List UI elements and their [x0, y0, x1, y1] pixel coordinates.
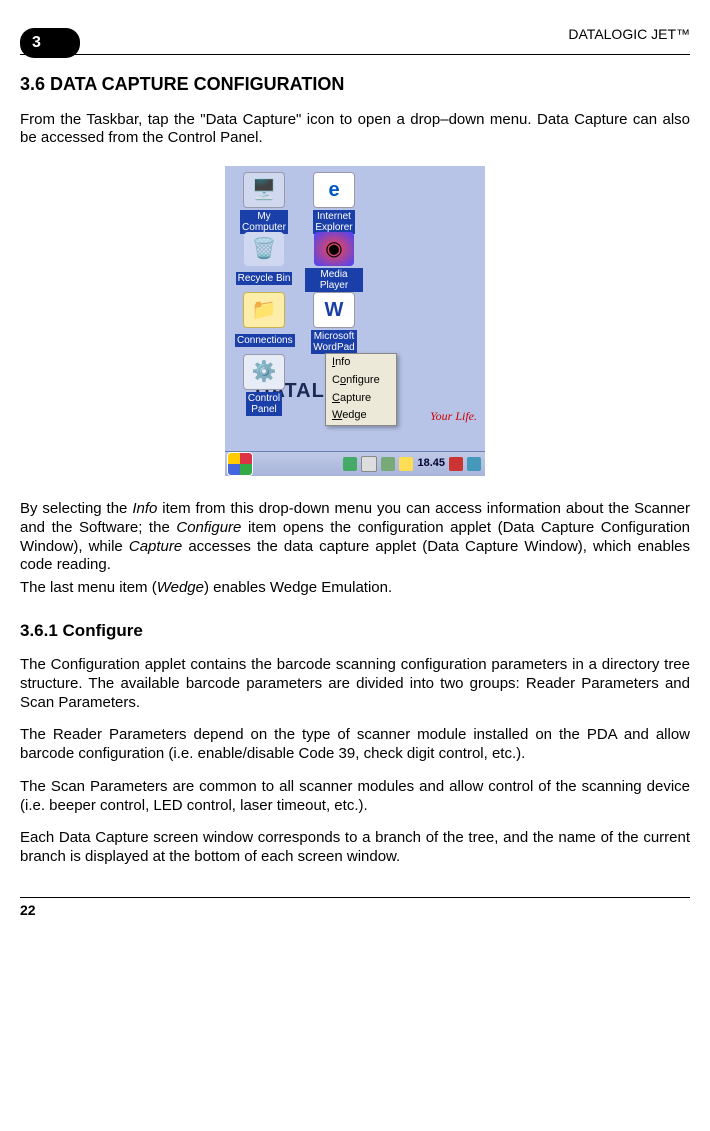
menu-item-capture[interactable]: Capture [326, 390, 396, 408]
top-rule [20, 54, 690, 55]
bin-glyph: 🗑️ [244, 232, 284, 266]
datacapture-menu: Info Configure Capture Wedge [325, 353, 397, 426]
tray-keyboard-icon[interactable] [361, 456, 377, 472]
chapter-number: 3 [32, 33, 41, 53]
tray-network-icon[interactable] [467, 457, 481, 471]
ie-label: InternetExplorer [313, 210, 354, 234]
computer-glyph: 🖥️ [243, 172, 285, 208]
paragraph-after-screenshot: By selecting the Info item from this dro… [20, 500, 690, 575]
desktop-screenshot: DATALOGIC Your Life. 🖥️ MyComputer e Int… [225, 166, 485, 476]
mycomputer-icon[interactable]: 🖥️ MyComputer [235, 172, 293, 236]
controlpanel-icon[interactable]: ⚙️ ControlPanel [235, 354, 293, 418]
menu-item-wedge[interactable]: Wedge [326, 407, 396, 425]
wordpad-label: MicrosoftWordPad [311, 330, 357, 354]
configure-p3: The Scan Parameters are common to all sc… [20, 778, 690, 816]
menu-item-configure[interactable]: Configure [326, 372, 396, 390]
paragraph-wedge: The last menu item (Wedge) enables Wedge… [20, 579, 690, 598]
menu-item-info[interactable]: Info [326, 354, 396, 372]
cpanel-glyph: ⚙️ [243, 354, 285, 390]
configure-p2: The Reader Parameters depend on the type… [20, 726, 690, 764]
mycomputer-label: MyComputer [240, 210, 288, 234]
connections-icon[interactable]: 📁 Connections [235, 292, 293, 349]
tray-datacapture-icon[interactable] [343, 457, 357, 471]
page-number: 22 [20, 902, 690, 920]
configure-p4: Each Data Capture screen window correspo… [20, 829, 690, 867]
wallpaper: DATALOGIC Your Life. 🖥️ MyComputer e Int… [225, 166, 485, 452]
wallpaper-tagline: Your Life. [430, 409, 477, 424]
ie-icon[interactable]: e InternetExplorer [305, 172, 363, 236]
wordpad-glyph: W [313, 292, 355, 328]
tray-volume-icon[interactable] [399, 457, 413, 471]
header-product-name: DATALOGIC JET™ [568, 26, 690, 44]
controlpanel-label: ControlPanel [246, 392, 282, 416]
system-tray: 18.45 [339, 456, 485, 472]
ie-glyph: e [313, 172, 355, 208]
tray-battery-icon[interactable] [381, 457, 395, 471]
configure-p1: The Configuration applet contains the ba… [20, 656, 690, 712]
tray-clock[interactable]: 18.45 [417, 457, 445, 471]
section-title: 3.6 DATA CAPTURE CONFIGURATION [20, 73, 690, 96]
subsection-title: 3.6.1 Configure [20, 620, 690, 641]
mediaplayer-icon[interactable]: ◉ Media Player [305, 232, 363, 294]
mediaplayer-label: Media Player [305, 268, 363, 292]
recyclebin-label: Recycle Bin [236, 272, 293, 285]
intro-paragraph: From the Taskbar, tap the "Data Capture"… [20, 111, 690, 149]
start-button[interactable] [227, 452, 253, 476]
taskbar: 18.45 [225, 451, 485, 476]
recyclebin-icon[interactable]: 🗑️ Recycle Bin [235, 232, 293, 287]
connections-label: Connections [235, 334, 295, 347]
folder-glyph: 📁 [243, 292, 285, 328]
tray-flag-icon[interactable] [449, 457, 463, 471]
wordpad-icon[interactable]: W MicrosoftWordPad [305, 292, 363, 356]
chapter-badge: 3 [20, 28, 80, 58]
media-glyph: ◉ [314, 232, 354, 266]
bottom-rule [20, 897, 690, 898]
